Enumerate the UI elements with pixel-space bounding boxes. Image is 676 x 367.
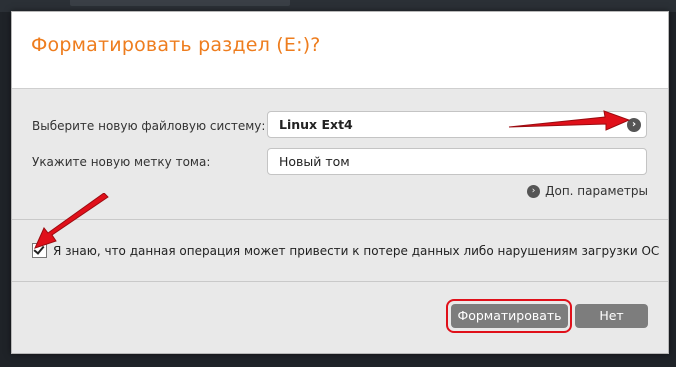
warning-checkbox-row[interactable]: Я знаю, что данная операция может привес…: [32, 243, 660, 259]
format-button-highlight: [446, 299, 572, 333]
format-dialog: Форматировать раздел (E:)? Выберите нову…: [11, 11, 669, 354]
cancel-button[interactable]: Нет: [575, 304, 648, 328]
filesystem-label: Выберите новую файловую систему:: [32, 119, 266, 133]
red-arrow-annotation: [34, 193, 109, 249]
dialog-title: Форматировать раздел (E:)?: [31, 34, 321, 56]
background-app-bar: [70, 0, 290, 6]
warning-text: Я знаю, что данная операция может привес…: [53, 244, 660, 258]
advanced-settings-link[interactable]: › Доп. параметры: [527, 184, 648, 198]
advanced-settings-label: Доп. параметры: [545, 184, 648, 198]
volume-label-value: Новый том: [279, 154, 350, 169]
volume-label-input[interactable]: Новый том: [267, 148, 647, 175]
red-arrow-annotation: [508, 110, 631, 131]
dialog-header: Форматировать раздел (E:)?: [12, 12, 668, 89]
volume-label-label: Укажите новую метку тома:: [32, 155, 211, 169]
divider: [12, 281, 668, 282]
filesystem-value: Linux Ext4: [279, 117, 353, 132]
chevron-right-icon: ›: [527, 185, 541, 198]
